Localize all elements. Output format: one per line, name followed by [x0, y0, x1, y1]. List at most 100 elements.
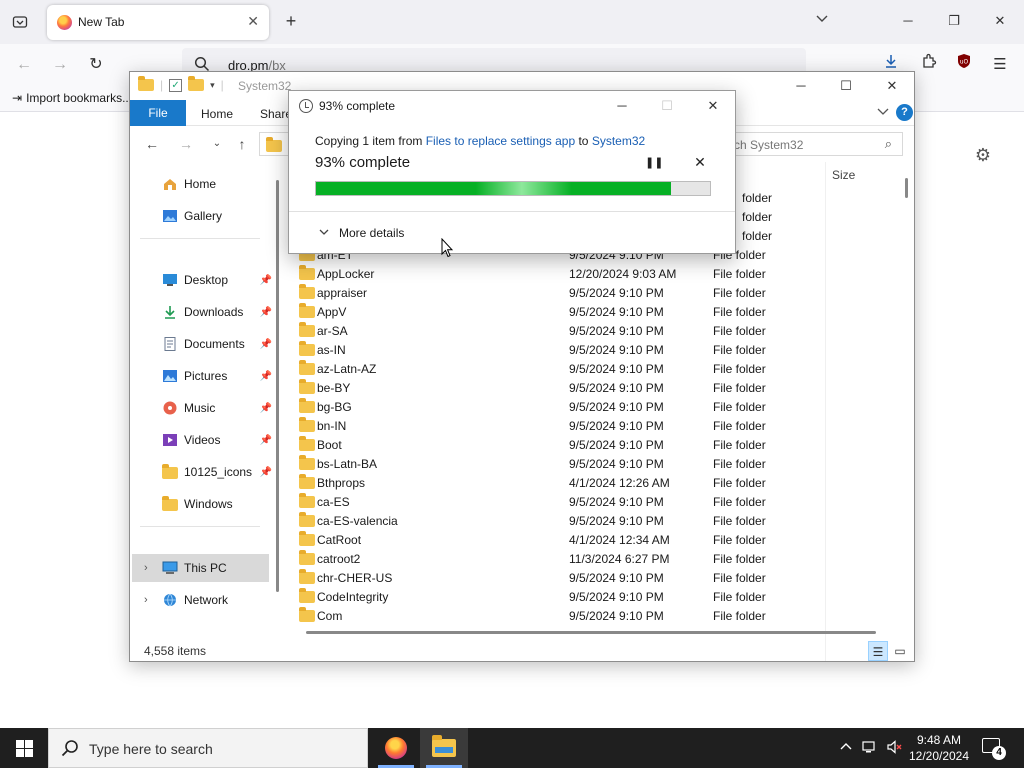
close-icon[interactable]: ✕	[990, 10, 1010, 32]
table-row[interactable]: CatRoot 4/1/2024 12:34 AM File folder	[290, 530, 890, 549]
table-row[interactable]: bn-IN 9/5/2024 9:10 PM File folder	[290, 416, 890, 435]
close-icon[interactable]: ✕	[698, 95, 728, 117]
nav-item-music[interactable]: Music 📌	[162, 394, 272, 422]
table-row[interactable]: Boot 9/5/2024 9:10 PM File folder	[290, 435, 890, 454]
chevron-down-icon[interactable]	[816, 12, 828, 26]
table-row[interactable]: catroot2 11/3/2024 6:27 PM File folder	[290, 549, 890, 568]
chevron-right-icon[interactable]: ›	[144, 562, 148, 574]
horizontal-scrollbar[interactable]	[306, 631, 876, 634]
expand-ribbon-icon[interactable]	[877, 105, 889, 119]
nav-item-gallery[interactable]: Gallery	[162, 202, 270, 230]
nav-divider	[140, 526, 260, 527]
table-row[interactable]: bg-BG 9/5/2024 9:10 PM File folder	[290, 397, 890, 416]
table-row[interactable]: Bthprops 4/1/2024 12:26 AM File folder	[290, 473, 890, 492]
pause-icon[interactable]: ❚❚	[645, 154, 663, 172]
folder-icon	[299, 436, 315, 451]
forward-icon[interactable]: →	[176, 135, 196, 153]
ribbon-tab-home[interactable]: Home	[201, 107, 233, 121]
row-name: be-BY	[317, 381, 351, 395]
minimize-icon[interactable]: ─	[786, 76, 816, 96]
extensions-icon[interactable]	[917, 53, 941, 77]
vertical-scrollbar[interactable]	[905, 178, 908, 198]
nav-item-network[interactable]: › Network	[132, 586, 269, 614]
table-row[interactable]: az-Latn-AZ 9/5/2024 9:10 PM File folder	[290, 359, 890, 378]
menu-icon[interactable]: ☰	[988, 53, 1012, 77]
table-row[interactable]: appraiser 9/5/2024 9:10 PM File folder	[290, 283, 890, 302]
ublock-icon[interactable]: uO	[952, 53, 976, 77]
address-bar[interactable]	[259, 132, 289, 156]
nav-item-10125-icons[interactable]: 10125_icons 📌	[162, 458, 272, 486]
chevron-right-icon[interactable]: ›	[144, 594, 148, 606]
taskbar-search-input[interactable]: Type here to search	[48, 728, 368, 768]
nav-item-windows[interactable]: Windows	[162, 490, 270, 518]
customize-toolbar-icon[interactable]: ▾	[210, 80, 215, 91]
nav-item-pictures[interactable]: Pictures 📌	[162, 362, 272, 390]
close-icon[interactable]: ✕	[247, 13, 259, 30]
recent-locations-icon[interactable]: ⌄	[207, 135, 227, 153]
folder-icon	[299, 360, 315, 375]
row-type: File folder	[713, 400, 766, 414]
maximize-icon[interactable]: ☐	[831, 76, 861, 96]
search-input[interactable]: ch System32 ⌕	[725, 132, 903, 156]
tab-list-icon[interactable]	[8, 10, 32, 34]
folder-icon	[299, 265, 315, 280]
source-folder-link[interactable]: Files to replace settings app	[426, 134, 575, 148]
windows-start-icon[interactable]	[0, 728, 48, 768]
cancel-copy-button[interactable]: ✕	[691, 153, 709, 171]
nav-pane-scrollbar[interactable]	[276, 180, 279, 592]
tab-new-tab[interactable]: New Tab ✕	[47, 5, 269, 40]
system-clock[interactable]: 9:48 AM 12/20/2024	[900, 732, 978, 764]
nav-item-downloads[interactable]: Downloads 📌	[162, 298, 272, 326]
pin-icon: 📌	[259, 466, 272, 478]
network-status-icon[interactable]	[862, 740, 878, 756]
plus-icon[interactable]: +	[280, 9, 302, 33]
nav-label: This PC	[184, 561, 227, 575]
details-view-icon[interactable]: ☰	[868, 641, 888, 661]
restore-icon[interactable]: ❐	[944, 10, 964, 32]
row-type: File folder	[713, 476, 766, 490]
table-row[interactable]: ca-ES 9/5/2024 9:10 PM File folder	[290, 492, 890, 511]
help-icon[interactable]: ?	[896, 104, 913, 121]
back-icon[interactable]: ←	[142, 135, 162, 153]
column-header-size[interactable]: Size	[832, 168, 855, 182]
destination-folder-link[interactable]: System32	[592, 134, 645, 148]
folder-icon	[299, 493, 315, 508]
forward-icon[interactable]: →	[48, 53, 72, 77]
progress-percent: 93% complete	[315, 154, 411, 171]
nav-item-documents[interactable]: Documents 📌	[162, 330, 272, 358]
maximize-icon: ☐	[661, 98, 673, 113]
new-folder-icon[interactable]	[188, 76, 205, 91]
table-row[interactable]: AppLocker 12/20/2024 9:03 AM File folder	[290, 264, 890, 283]
properties-icon[interactable]: ✓	[169, 78, 183, 92]
close-icon[interactable]: ✕	[877, 76, 907, 96]
table-row[interactable]: chr-CHER-US 9/5/2024 9:10 PM File folder	[290, 568, 890, 587]
notification-center-icon[interactable]: 4	[982, 738, 1006, 760]
import-bookmarks-link[interactable]: ⇥ Import bookmarks...	[12, 91, 132, 105]
nav-item-this-pc[interactable]: › This PC	[132, 554, 269, 582]
table-row[interactable]: be-BY 9/5/2024 9:10 PM File folder	[290, 378, 890, 397]
taskbar-file-explorer[interactable]	[420, 728, 468, 768]
table-row[interactable]: ar-SA 9/5/2024 9:10 PM File folder	[290, 321, 890, 340]
table-row[interactable]: as-IN 9/5/2024 9:10 PM File folder	[290, 340, 890, 359]
more-details-button[interactable]: More details	[319, 226, 404, 240]
up-icon[interactable]: ↑	[232, 135, 252, 153]
nav-item-videos[interactable]: Videos 📌	[162, 426, 272, 454]
minimize-icon[interactable]: ─	[898, 10, 918, 32]
back-icon[interactable]: ←	[12, 53, 36, 77]
minimize-icon[interactable]: ─	[607, 95, 637, 117]
nav-item-desktop[interactable]: Desktop 📌	[162, 266, 272, 294]
chevron-up-icon[interactable]	[838, 740, 854, 756]
firefox-favicon	[57, 15, 72, 30]
table-row[interactable]: bs-Latn-BA 9/5/2024 9:10 PM File folder	[290, 454, 890, 473]
gear-icon[interactable]: ⚙	[972, 144, 994, 166]
row-name: chr-CHER-US	[317, 571, 393, 585]
taskbar-firefox[interactable]	[372, 728, 420, 768]
table-row[interactable]: ca-ES-valencia 9/5/2024 9:10 PM File folde…	[290, 511, 890, 530]
nav-item-home[interactable]: Home	[162, 170, 270, 198]
reload-icon[interactable]: ↻	[84, 53, 108, 77]
large-icons-view-icon[interactable]: ▭	[890, 641, 910, 661]
ribbon-tab-file[interactable]: File	[130, 100, 186, 126]
table-row[interactable]: AppV 9/5/2024 9:10 PM File folder	[290, 302, 890, 321]
table-row[interactable]: Com 9/5/2024 9:10 PM File folder	[290, 606, 890, 625]
table-row[interactable]: CodeIntegrity 9/5/2024 9:10 PM File folder	[290, 587, 890, 606]
